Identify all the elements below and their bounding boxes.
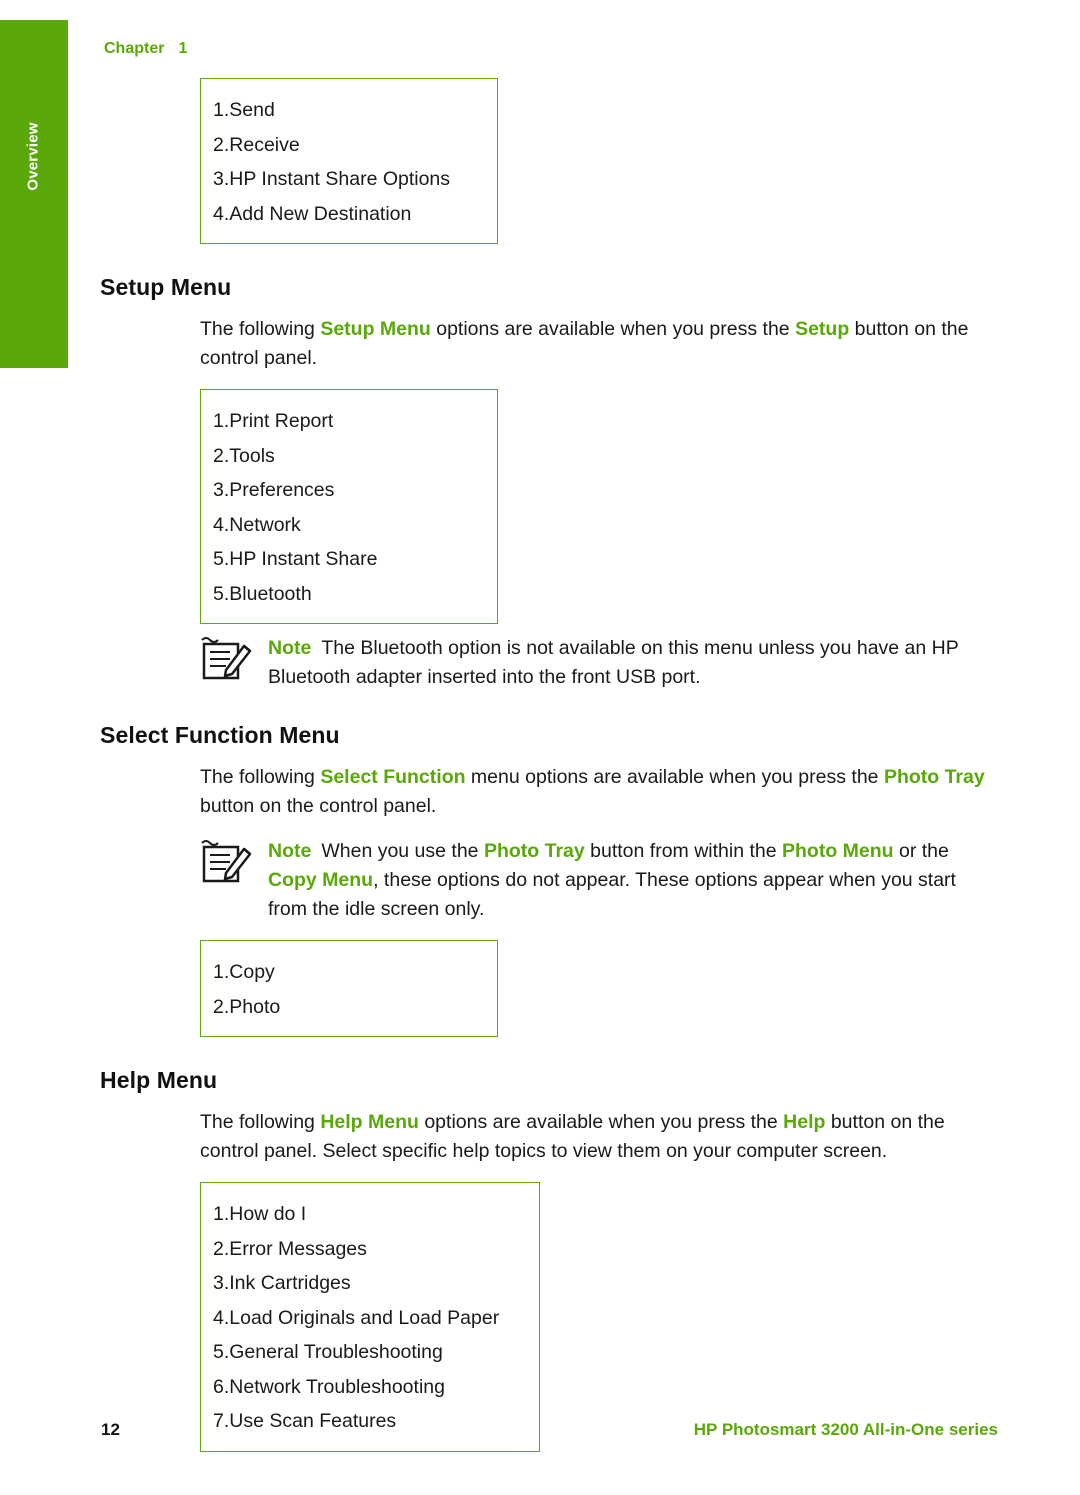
list-item: 2.Photo bbox=[213, 995, 281, 1018]
text-run: options are available when you press the bbox=[418, 1111, 784, 1133]
list-item: 2.Tools bbox=[213, 444, 275, 467]
note-pencil-icon bbox=[200, 839, 256, 885]
menu-box-select-function: 1.Copy 2.Photo bbox=[200, 940, 498, 1037]
list-item: 3.HP Instant Share Options bbox=[213, 168, 451, 190]
note-photo-tray: Note When you use the Photo Tray button f… bbox=[200, 837, 1000, 924]
list-item: 5.General Troubleshooting bbox=[213, 1341, 443, 1363]
note-text: The Bluetooth option is not available on… bbox=[268, 637, 959, 688]
list-item: 4.Add New Destination bbox=[213, 202, 412, 225]
sidebar-section-tab: Overview bbox=[0, 20, 68, 368]
note-text: button from within the bbox=[584, 840, 783, 862]
list-item: 3.Ink Cartridges bbox=[213, 1272, 351, 1294]
menu-box-setup: 1.Print Report 2.Tools 3.Preferences 4.N… bbox=[200, 389, 498, 624]
page-content: 1.Send 2.Receive 3.HP Instant Share Opti… bbox=[100, 78, 1000, 1452]
sidebar-section-label: Overview bbox=[24, 122, 42, 191]
list-item: 5.Bluetooth bbox=[213, 582, 312, 605]
heading-select-function-menu: Select Function Menu bbox=[100, 722, 340, 748]
text-run-green: Help bbox=[783, 1111, 826, 1133]
document-page: Overview Chapter 1 1.Send 2.Receive 3.HP … bbox=[0, 0, 1080, 1495]
text-run: The following bbox=[200, 766, 321, 788]
menu-box-help: 1.How do I 2.Error Messages 3.Ink Cartri… bbox=[200, 1182, 540, 1452]
list-item: 3.Preferences bbox=[213, 479, 335, 501]
footer-page-number: 12 bbox=[101, 1420, 120, 1439]
note-pencil-icon bbox=[200, 636, 256, 682]
text-run-green: Photo Tray bbox=[483, 840, 585, 862]
list-item: 2.Error Messages bbox=[213, 1237, 367, 1260]
list-item: 7.Use Scan Features bbox=[213, 1410, 397, 1432]
list-item: 1.How do I bbox=[213, 1203, 307, 1225]
heading-setup-menu: Setup Menu bbox=[100, 274, 232, 300]
text-run-green: Select Function bbox=[320, 766, 466, 788]
text-run-green: Setup Menu bbox=[320, 318, 431, 340]
text-run-green: Photo Menu bbox=[782, 840, 894, 862]
paragraph-setup-menu: The following Setup Menu options are ava… bbox=[200, 315, 1000, 373]
list-item: 1.Copy bbox=[213, 961, 275, 983]
note-bluetooth: Note The Bluetooth option is not availabl… bbox=[200, 634, 1000, 692]
list-item: 4.Network bbox=[213, 513, 301, 536]
menu-box-instant-share: 1.Send 2.Receive 3.HP Instant Share Opti… bbox=[200, 78, 498, 244]
heading-help-menu: Help Menu bbox=[100, 1067, 218, 1093]
list-item: 4.Load Originals and Load Paper bbox=[213, 1306, 500, 1329]
list-item: 2.Receive bbox=[213, 133, 300, 156]
paragraph-help-menu: The following Help Menu options are avai… bbox=[200, 1108, 1000, 1166]
text-run-green: Help Menu bbox=[320, 1111, 419, 1133]
note-label: Note bbox=[268, 840, 312, 862]
text-run: The following bbox=[200, 1111, 321, 1133]
note-text: When you use the bbox=[321, 840, 484, 862]
text-run-green: Photo Tray bbox=[883, 766, 985, 788]
text-run: menu options are available when you pres… bbox=[465, 766, 884, 788]
chapter-word: Chapter bbox=[104, 40, 165, 57]
note-label: Note bbox=[268, 637, 312, 659]
list-item: 6.Network Troubleshooting bbox=[213, 1375, 445, 1398]
text-run-green: Setup bbox=[795, 318, 850, 340]
paragraph-select-function-menu: The following Select Function menu optio… bbox=[200, 763, 1000, 821]
list-item: 5.HP Instant Share bbox=[213, 548, 378, 570]
chapter-header: Chapter 1 bbox=[104, 40, 187, 58]
text-run: The following bbox=[200, 318, 321, 340]
chapter-number: 1 bbox=[178, 40, 188, 57]
text-run: options are available when you press the bbox=[430, 318, 796, 340]
text-run-green: Copy Menu bbox=[268, 869, 374, 891]
list-item: 1.Send bbox=[213, 99, 275, 121]
list-item: 1.Print Report bbox=[213, 410, 334, 432]
note-text: or the bbox=[893, 840, 949, 862]
text-run: button on the control panel. bbox=[200, 795, 437, 817]
footer-product-title: HP Photosmart 3200 All-in-One series bbox=[693, 1420, 998, 1439]
